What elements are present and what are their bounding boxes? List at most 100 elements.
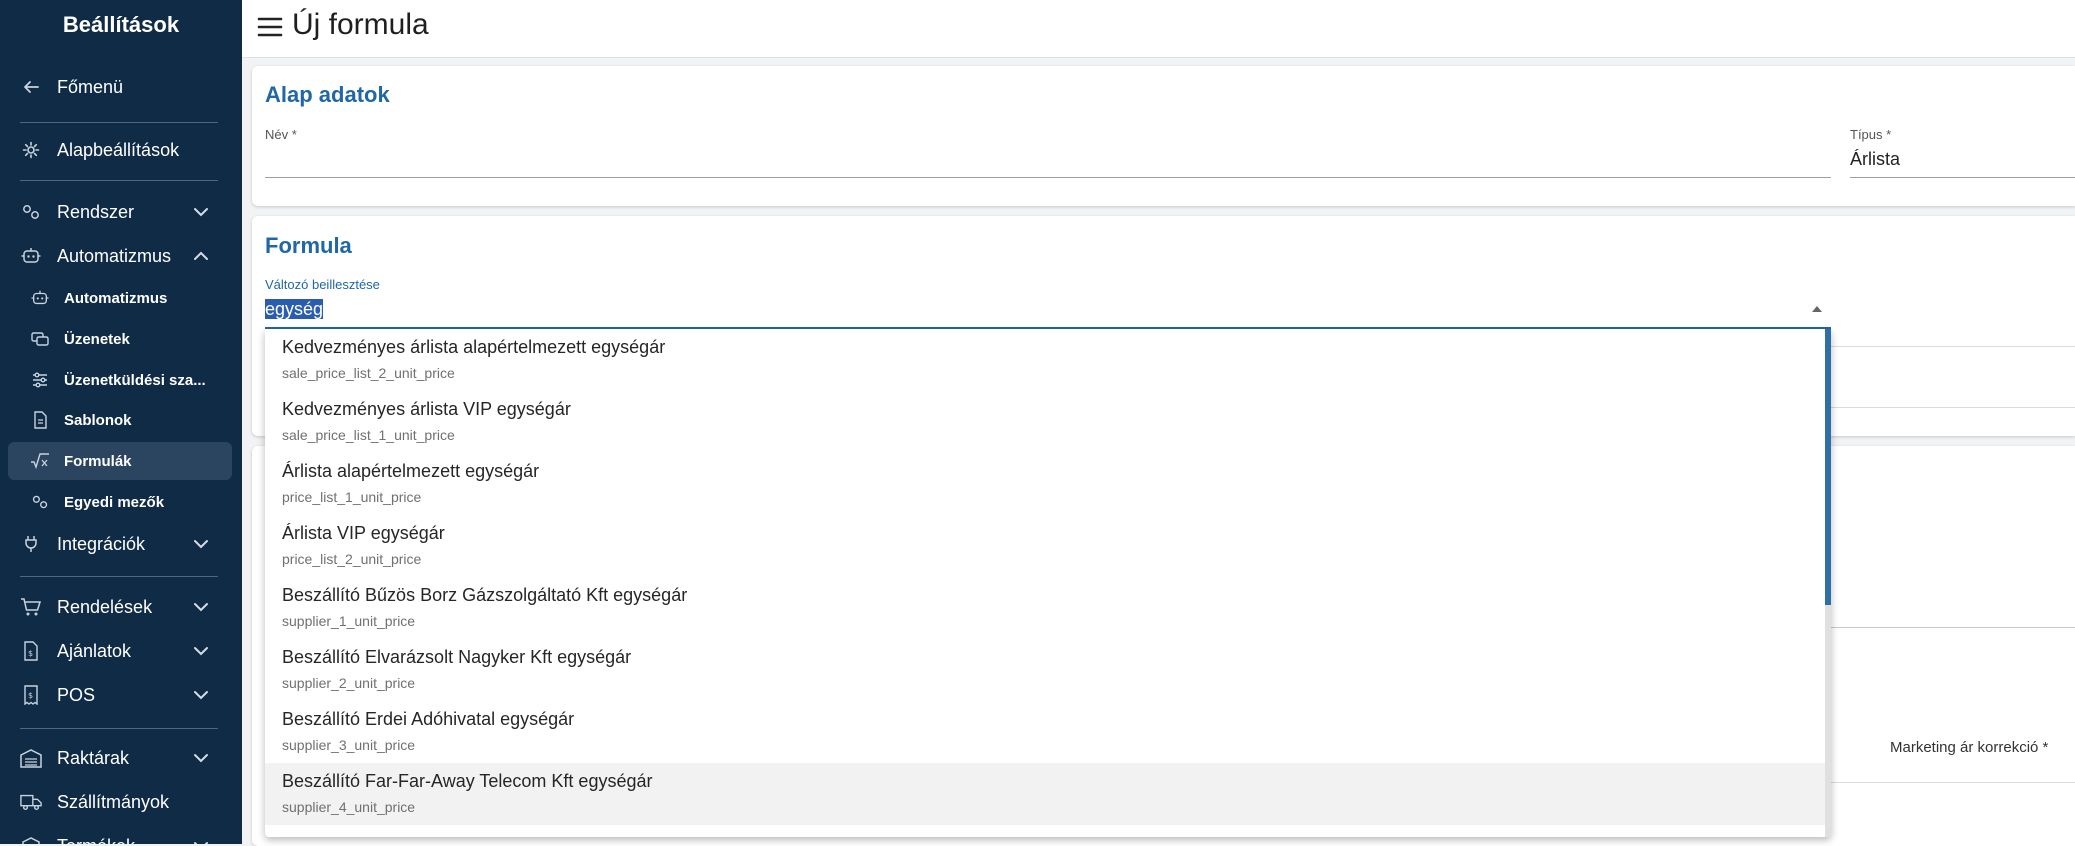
cogs-icon (20, 201, 42, 223)
sidebar-divider (20, 180, 218, 181)
top-bar: Új formula (242, 0, 2075, 58)
dropdown-option[interactable]: Beszállító Bűzös Borz Gázszolgáltató Kft… (265, 577, 1827, 639)
sidebar-item-integraciok[interactable]: Integrációk (8, 524, 232, 564)
sidebar-item-label: Alapbeállítások (57, 139, 180, 160)
option-subtitle: sale_price_list_2_unit_price (282, 365, 455, 381)
option-subtitle: supplier_4_unit_price (282, 799, 416, 815)
dropdown-option[interactable]: Árlista alapértelmezett egységár price_l… (265, 453, 1827, 515)
sidebar-title: Beállítások (62, 12, 180, 37)
sidebar-item-label: POS (57, 684, 96, 705)
sidebar-subitem-label: Sablonok (64, 411, 132, 429)
hamburger-icon[interactable] (256, 13, 284, 41)
sidebar-subitem-label: Automatizmus (64, 289, 168, 307)
messages-icon (30, 329, 50, 349)
sidebar-item-label: Szállítmányok (57, 791, 170, 812)
sidebar-item-alapbeallitasok[interactable]: Alapbeállítások (8, 130, 232, 170)
marketing-price-label: Marketing ár korrekció * (1890, 739, 2049, 756)
sidebar-subitem-sablonok[interactable]: Sablonok (8, 401, 232, 439)
option-subtitle: supplier_3_unit_price (282, 737, 416, 753)
file-icon (30, 410, 50, 430)
option-subtitle: price_list_1_unit_price (282, 489, 422, 505)
dropdown-option[interactable]: Kedvezményes árlista alapértelmezett egy… (265, 329, 1827, 391)
insert-variable-label: Változó beillesztése (265, 277, 380, 292)
sidebar-divider (20, 728, 218, 729)
robot-icon (20, 245, 42, 267)
dropdown-option-hovered[interactable]: Beszállító Far-Far-Away Telecom Kft egys… (265, 763, 1827, 825)
name-field-underline (265, 177, 1831, 178)
sidebar-item-pos[interactable]: $ POS (8, 675, 232, 715)
svg-text:$: $ (28, 649, 33, 658)
option-subtitle: supplier_1_unit_price (282, 613, 416, 629)
name-input[interactable] (265, 146, 1835, 178)
sidebar-subitem-formulak[interactable]: Formulák (8, 442, 232, 480)
option-title: Kedvezményes árlista alapértelmezett egy… (282, 337, 666, 357)
sidebar-subitem-label: Egyedi mezők (64, 493, 165, 511)
type-field-label: Típus * (1850, 127, 1892, 142)
chevron-down-icon (190, 747, 212, 769)
sqrt-x-icon (30, 451, 50, 471)
dropdown-option[interactable]: Beszállító Erdei Adóhivatal egységár sup… (265, 701, 1827, 763)
option-subtitle: supplier_2_unit_price (282, 675, 416, 691)
basic-data-card: Alap adatok Név * Típus * Árlista (252, 66, 2075, 206)
option-title: Beszállító Erdei Adóhivatal egységár (282, 709, 575, 729)
sidebar-subitem-uzenetkuldesi[interactable]: Üzenetküldési sza... (8, 361, 232, 399)
sidebar-item-rendelesek[interactable]: Rendelések (8, 587, 232, 627)
option-title: Árlista VIP egységár (282, 523, 445, 543)
chevron-down-icon (190, 596, 212, 618)
option-subtitle: sale_price_list_1_unit_price (282, 427, 455, 443)
robot-icon (30, 288, 50, 308)
sidebar-item-termekek[interactable]: Termékek (8, 826, 232, 844)
type-select[interactable]: Árlista (1850, 149, 1900, 170)
dropdown-option[interactable]: Beszállító Elvarázsolt Nagyker Kft egysé… (265, 639, 1827, 701)
chevron-down-icon (190, 640, 212, 662)
sidebar-item-rendszer[interactable]: Rendszer (8, 192, 232, 232)
arrow-left-icon (20, 76, 42, 98)
sidebar-subitem-label: Üzenetek (64, 330, 130, 348)
dropdown-scrollbar-thumb[interactable] (1825, 329, 1831, 605)
chevron-up-icon (190, 245, 212, 267)
option-title: Beszállító Elvarázsolt Nagyker Kft egysé… (282, 647, 632, 667)
svg-text:$: $ (28, 691, 33, 700)
sidebar-item-raktarak[interactable]: Raktárak (8, 738, 232, 778)
sidebar-back-label: Főmenü (57, 76, 124, 97)
plug-icon (20, 533, 42, 555)
sidebar-item-label: Raktárak (57, 747, 130, 768)
option-title: Beszállító Far-Far-Away Telecom Kft egys… (282, 771, 653, 791)
gear-icon (20, 139, 42, 161)
sidebar-item-label: Ajánlatok (57, 640, 132, 661)
name-field-label: Név * (265, 127, 297, 142)
caret-up-icon[interactable] (1810, 302, 1824, 316)
formula-title: Formula (265, 233, 352, 258)
option-subtitle: price_list_2_unit_price (282, 551, 422, 567)
sidebar-subitem-egyedi-mezok[interactable]: Egyedi mezők (8, 483, 232, 521)
sidebar-item-automatizmus[interactable]: Automatizmus (8, 236, 232, 276)
receipt-icon: $ (20, 684, 42, 706)
sidebar-divider (20, 122, 218, 123)
document-dollar-icon: $ (20, 640, 42, 662)
sidebar-item-ajanlatok[interactable]: $ Ajánlatok (8, 631, 232, 671)
sidebar-item-label: Automatizmus (57, 245, 172, 266)
dropdown-option[interactable]: Kedvezményes árlista VIP egységár sale_p… (265, 391, 1827, 453)
dropdown-option[interactable]: Árlista VIP egységár price_list_2_unit_p… (265, 515, 1827, 577)
option-title: Árlista alapértelmezett egységár (282, 461, 540, 481)
insert-variable-input[interactable]: egység (265, 299, 324, 320)
sidebar-subitem-automatizmus[interactable]: Automatizmus (8, 279, 232, 317)
sidebar-item-label: Rendszer (57, 201, 135, 222)
sidebar-subitem-uzenetek[interactable]: Üzenetek (8, 320, 232, 358)
type-field-underline (1850, 177, 2075, 178)
sidebar-back-link[interactable]: Főmenü (8, 67, 232, 107)
option-title: Kedvezményes árlista VIP egységár (282, 399, 571, 419)
chevron-down-icon (190, 835, 212, 844)
sidebar-item-label: Integrációk (57, 533, 146, 554)
box-icon (20, 835, 42, 844)
cogs-icon (30, 492, 50, 512)
sidebar-subitem-label: Üzenetküldési sza... (64, 371, 206, 389)
chevron-down-icon (190, 533, 212, 555)
sidebar-item-szallitmanyok[interactable]: Szállítmányok (8, 782, 232, 822)
truck-icon (20, 791, 42, 813)
sidebar-subitem-label: Formulák (64, 452, 132, 470)
variable-dropdown[interactable]: Kedvezményes árlista alapértelmezett egy… (265, 329, 1831, 837)
chevron-down-icon (190, 684, 212, 706)
cart-icon (20, 596, 42, 618)
sidebar-item-label: Termékek (57, 836, 135, 845)
